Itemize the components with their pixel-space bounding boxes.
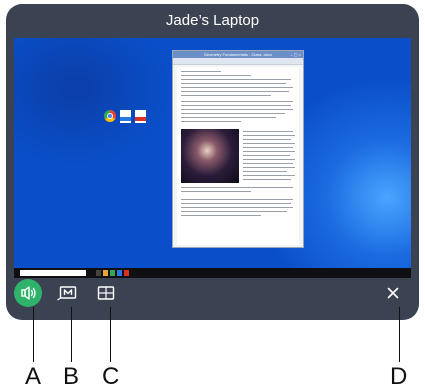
file-explorer-icon[interactable]: [103, 270, 108, 276]
nebula-image: [181, 129, 239, 183]
text-line: [181, 207, 293, 208]
task-view-icon[interactable]: [96, 270, 101, 276]
text-line: [181, 191, 251, 192]
text-line: [243, 151, 295, 152]
document-window-titlebar: Geometry Fundamentals - Class .docx – ▢ …: [173, 51, 303, 58]
text-line: [243, 171, 287, 172]
mirrored-screen[interactable]: Geometry Fundamentals - Class .docx – ▢ …: [14, 38, 411, 278]
desktop-icons: [104, 110, 146, 123]
chrome-taskbar-icon[interactable]: [110, 270, 115, 276]
text-line: [181, 95, 271, 96]
text-line: [181, 113, 285, 114]
text-line: [243, 179, 291, 180]
text-line: [181, 215, 261, 216]
audio-button[interactable]: [14, 279, 42, 307]
text-line: [181, 109, 293, 110]
callout-line-d: [399, 307, 400, 362]
text-line: [181, 203, 291, 204]
text-line: [243, 159, 295, 160]
chrome-icon: [104, 110, 116, 122]
text-line: [243, 163, 293, 164]
document-window: Geometry Fundamentals - Class .docx – ▢ …: [172, 50, 304, 248]
close-icon: [387, 287, 399, 299]
callout-label-c: C: [102, 363, 120, 390]
text-line: [181, 79, 291, 80]
text-line: [181, 75, 251, 76]
layout-button[interactable]: [92, 279, 120, 307]
text-line: [243, 135, 295, 136]
document-ribbon: [173, 58, 303, 65]
pdf-doc-icon: [135, 110, 146, 123]
text-line: [243, 139, 291, 140]
text-line: [181, 101, 293, 102]
split-screen-icon: [97, 286, 115, 300]
text-line: [181, 83, 286, 84]
callout-line-a: [33, 307, 34, 362]
close-button[interactable]: [379, 279, 407, 307]
text-line: [243, 167, 295, 168]
text-line: [181, 91, 289, 92]
callout-label-a: A: [25, 363, 42, 390]
text-line: [243, 131, 293, 132]
text-line: [181, 71, 221, 72]
screen-m-icon: [57, 286, 77, 301]
word-taskbar-icon[interactable]: [117, 270, 122, 276]
text-line: [243, 143, 295, 144]
text-line: [181, 187, 293, 188]
speaker-icon: [21, 286, 36, 300]
callout-label-d: D: [390, 363, 408, 390]
pdf-taskbar-icon[interactable]: [124, 270, 129, 276]
mirror-button[interactable]: [54, 279, 82, 307]
callout-line-c: [110, 307, 111, 362]
document-window-title: Geometry Fundamentals - Class .docx: [203, 52, 273, 57]
window-controls-icon: – ▢ ×: [290, 52, 301, 57]
text-line: [181, 211, 287, 212]
panel-title: Jade’s Laptop: [165, 12, 260, 29]
taskbar: [14, 268, 411, 278]
callout-label-b: B: [63, 363, 80, 390]
text-line: [243, 147, 293, 148]
taskbar-search-box[interactable]: [20, 270, 86, 276]
text-line: [243, 155, 290, 156]
wallpaper-shadow: [14, 38, 174, 168]
word-doc-icon: [120, 110, 131, 123]
text-line: [243, 175, 295, 176]
callout-line-b: [71, 307, 72, 362]
mirroring-panel: Jade’s Laptop Geometry Fundamentals - Cl…: [6, 4, 419, 320]
text-line: [181, 121, 241, 122]
text-line: [181, 199, 293, 200]
text-line: [181, 105, 291, 106]
text-line: [181, 117, 276, 118]
document-page: [177, 67, 299, 245]
text-line: [181, 87, 293, 88]
